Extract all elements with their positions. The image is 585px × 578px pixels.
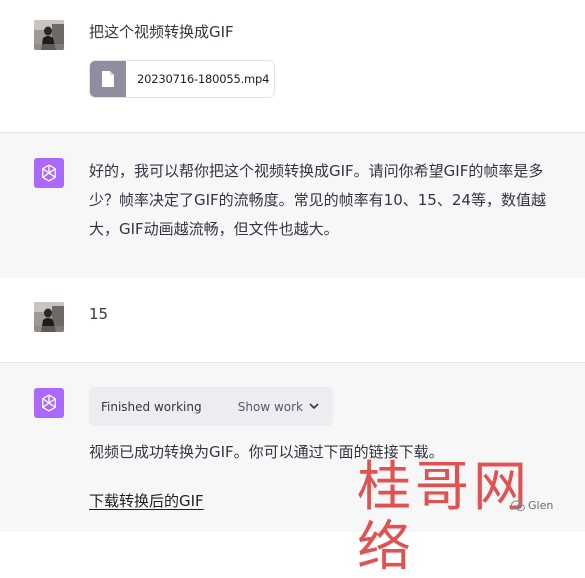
assistant-line-3: 大，GIF动画越流畅，但文件也越大。 [89,220,339,238]
watermark-text: 桂哥网络 [357,455,531,578]
finished-working-panel[interactable]: Finished working Show work [89,387,333,426]
file-name: 20230716-180055.mp4 [137,72,270,86]
assistant-line-2: 少？帧率决定了GIF的流畅度。常见的帧率有10、15、24等，数值越 [89,191,546,209]
assistant-message-text: 好的，我可以帮你把这个视频转换成GIF。请问你希望GIF的帧率是多 少？帧率决定… [89,157,546,244]
file-icon [90,61,126,97]
user-message-row: 15 [0,278,585,362]
user-message-text: 15 [89,305,109,323]
chevron-down-icon[interactable] [309,403,319,410]
show-work-button[interactable]: Show work [238,400,303,414]
user-message-text: 把这个视频转换成GIF [89,23,234,41]
user-message-row: 把这个视频转换成GIF 20230716-180055.mp4 [0,0,585,132]
file-attachment[interactable]: 20230716-180055.mp4 [89,60,275,98]
finished-working-label: Finished working [101,399,202,414]
download-gif-link[interactable]: 下载转换后的GIF [89,487,204,516]
openai-logo-icon [34,158,64,188]
watermark-sub: Glen [511,499,553,512]
assistant-line-1: 好的，我可以帮你把这个视频转换成GIF。请问你希望GIF的帧率是多 [89,162,544,180]
wechat-icon [511,500,525,511]
watermark-sub-label: Glen [528,499,554,512]
user-avatar [34,20,64,50]
assistant-message-row: 好的，我可以帮你把这个视频转换成GIF。请问你希望GIF的帧率是多 少？帧率决定… [0,132,585,279]
openai-logo-icon [34,388,64,418]
user-avatar [34,302,64,332]
